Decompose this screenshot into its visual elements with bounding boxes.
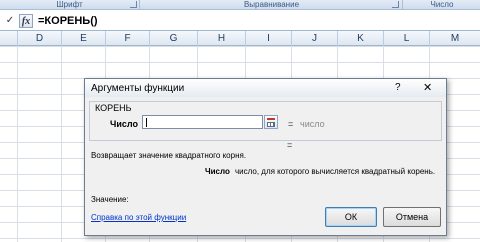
ok-button[interactable]: ОК xyxy=(325,207,377,227)
help-link[interactable]: Справка по этой функции xyxy=(91,213,186,222)
column-header-f[interactable]: F xyxy=(106,31,150,46)
collapse-bar xyxy=(267,118,275,120)
ribbon-group-number-label: Число xyxy=(430,0,454,9)
value-label: Значение: xyxy=(91,195,129,204)
ribbon-group-alignment: Выравнивание xyxy=(141,0,403,10)
check-icon[interactable]: ✓ xyxy=(3,14,17,28)
function-description: Возвращает значение квадратного корня. xyxy=(91,151,247,160)
function-name-label: КОРЕНЬ xyxy=(94,103,133,113)
argument-result-hint: число xyxy=(300,119,325,129)
collapse-cells xyxy=(267,122,275,127)
ribbon-group-alignment-label: Выравнивание xyxy=(243,0,300,9)
dialog-title: Аргументы функции xyxy=(91,83,185,94)
argument-input[interactable] xyxy=(142,115,263,129)
argument-equals: = xyxy=(288,119,294,129)
column-header-m[interactable]: M xyxy=(430,31,480,46)
argument-description-name: Число xyxy=(205,167,230,176)
column-header-h[interactable]: H xyxy=(198,31,246,46)
collapse-dialog-icon[interactable] xyxy=(264,115,278,129)
column-header-e[interactable]: E xyxy=(62,31,106,46)
column-header-k[interactable]: K xyxy=(338,31,384,46)
function-group-box: КОРЕНЬ Число = число xyxy=(89,101,442,141)
select-all-corner[interactable] xyxy=(0,31,18,46)
cancel-button[interactable]: Отмена xyxy=(383,207,441,227)
formula-input[interactable]: =КОРЕНЬ() xyxy=(38,15,98,27)
font-dialog-launcher-icon[interactable] xyxy=(130,1,137,8)
dialog-title-bar[interactable]: Аргументы функции ? ✕ xyxy=(85,79,446,97)
grid-line xyxy=(17,46,18,242)
formula-result-equals: = xyxy=(287,140,293,150)
column-header-l[interactable]: L xyxy=(384,31,430,46)
alignment-dialog-launcher-icon[interactable] xyxy=(392,1,399,8)
grid-line xyxy=(61,46,62,242)
formula-bar: ✓ fx =КОРЕНЬ() xyxy=(0,11,480,31)
column-header-g[interactable]: G xyxy=(150,31,198,46)
ribbon-group-number: Число xyxy=(404,0,480,10)
argument-label: Число xyxy=(110,119,138,129)
help-icon[interactable]: ? xyxy=(395,82,401,93)
insert-function-icon[interactable]: fx xyxy=(19,14,33,28)
ribbon-group-font: Шрифт xyxy=(0,0,140,10)
column-header-d[interactable]: D xyxy=(18,31,62,46)
ribbon-group-bar: Шрифт Выравнивание Число xyxy=(0,0,480,10)
argument-description-text: число, для которого вычисляется квадратн… xyxy=(235,167,436,176)
column-header-j[interactable]: J xyxy=(292,31,338,46)
column-headers: D E F G H I J K L M xyxy=(0,31,480,46)
close-icon[interactable]: ✕ xyxy=(423,81,432,94)
column-header-i[interactable]: I xyxy=(246,31,292,46)
function-arguments-dialog: Аргументы функции ? ✕ КОРЕНЬ Число = чис… xyxy=(84,78,447,236)
ribbon-group-font-label: Шрифт xyxy=(56,0,83,9)
text-caret xyxy=(146,118,147,127)
